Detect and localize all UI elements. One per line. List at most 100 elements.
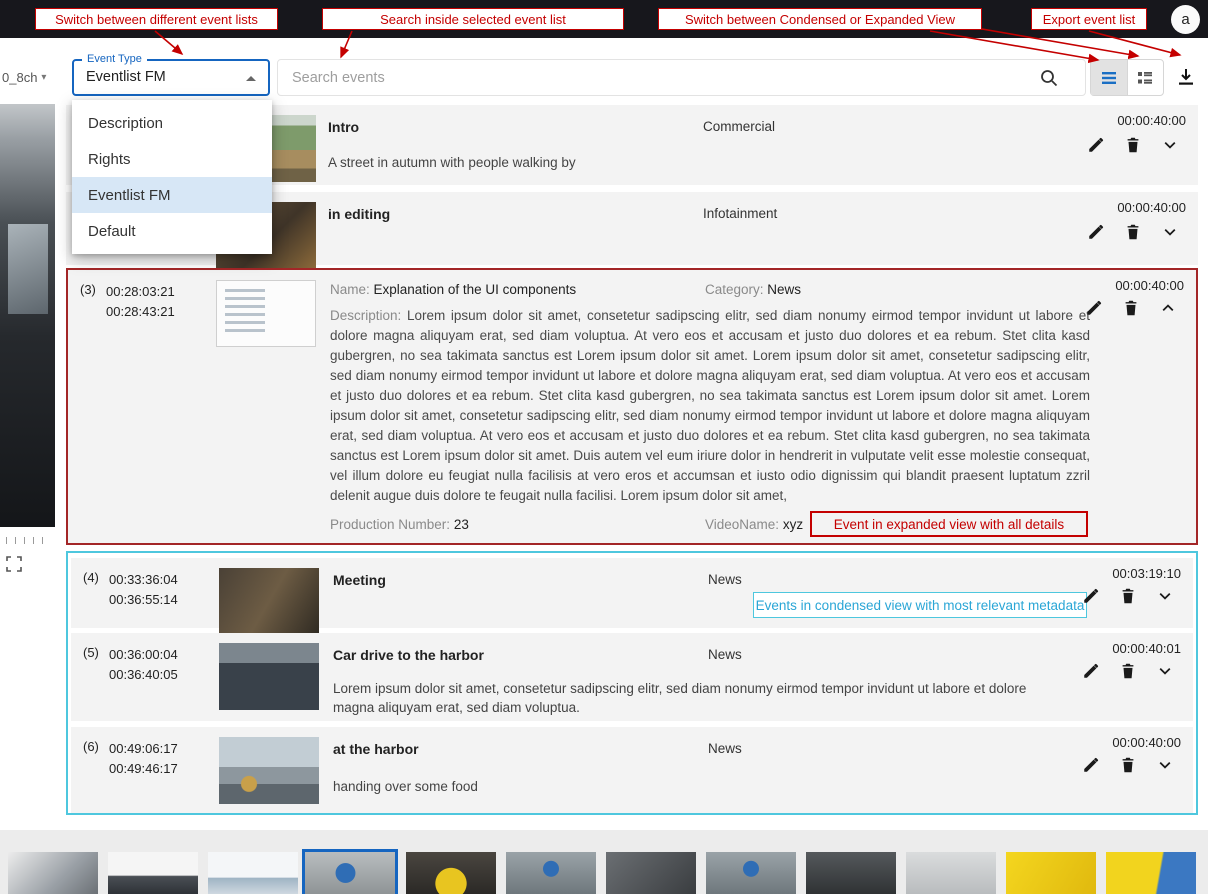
event-number: (6) (83, 739, 99, 754)
video-preview-partial (0, 104, 55, 527)
event-description: handing over some food (333, 777, 478, 796)
clip-name-dropdown[interactable]: 0_8ch ▾ (2, 70, 46, 85)
filmstrip-thumbnail[interactable] (108, 852, 198, 894)
filmstrip-thumbnail[interactable] (208, 852, 298, 894)
expanded-view-button[interactable] (1127, 60, 1163, 95)
event-duration: 00:00:40:00 (1117, 200, 1186, 215)
event-timecodes: 00:33:36:0400:36:55:14 (109, 570, 178, 610)
delete-button[interactable] (1121, 298, 1141, 318)
event-row-5: (5) 00:36:00:0400:36:40:05 Car drive to … (71, 633, 1193, 721)
filmstrip-thumbnail[interactable] (8, 852, 98, 894)
event-description: A street in autumn with people walking b… (328, 153, 576, 172)
event-type-label: Event Type (82, 53, 147, 65)
event-duration: 00:00:40:00 (1112, 735, 1181, 750)
event-title: in editing (328, 206, 390, 222)
timeline-filmstrip (0, 830, 1208, 894)
event-production-number: Production Number: 23 (330, 517, 469, 532)
event-number: (3) (80, 282, 96, 297)
annotation-switch-eventlists: Switch between different event lists (35, 8, 278, 30)
annotation-view-toggle: Switch between Condensed or Expanded Vie… (658, 8, 982, 30)
event-name-line: Name: Explanation of the UI components (330, 282, 576, 297)
delete-button[interactable] (1118, 661, 1138, 681)
delete-button[interactable] (1123, 222, 1143, 242)
filmstrip-thumbnail[interactable] (506, 852, 596, 894)
condensed-view-button[interactable] (1091, 60, 1127, 95)
export-eventlist-button[interactable] (1175, 66, 1197, 88)
edit-button[interactable] (1081, 755, 1101, 775)
edit-button[interactable] (1086, 135, 1106, 155)
search-icon[interactable] (1039, 68, 1059, 93)
download-icon (1175, 66, 1197, 88)
event-duration: 00:00:40:00 (1115, 278, 1184, 293)
event-timecodes: 00:36:00:0400:36:40:05 (109, 645, 178, 685)
expanded-view-icon (1136, 69, 1154, 87)
annotation-export: Export event list (1031, 8, 1147, 30)
chevron-up-icon (246, 76, 256, 81)
expand-chevron-button[interactable] (1155, 661, 1175, 681)
edit-button[interactable] (1086, 222, 1106, 242)
filmstrip-thumbnail[interactable] (1006, 852, 1096, 894)
condensed-view-icon (1100, 69, 1118, 87)
app-window: Switch between different event lists Sea… (0, 0, 1208, 894)
event-row-6: (6) 00:49:06:1700:49:46:17 at the harbor… (71, 727, 1193, 813)
delete-button[interactable] (1118, 586, 1138, 606)
filmstrip-thumbnail[interactable] (706, 852, 796, 894)
event-category: News (708, 647, 742, 662)
expand-chevron-button[interactable] (1155, 586, 1175, 606)
event-description-full: Description: Lorem ipsum dolor sit amet,… (330, 306, 1090, 506)
menu-option-description[interactable]: Description (72, 105, 272, 141)
event-title: at the harbor (333, 741, 419, 757)
event-row-4: (4) 00:33:36:0400:36:55:14 Meeting News … (71, 558, 1193, 628)
menu-option-default[interactable]: Default (72, 213, 272, 249)
event-type-select[interactable]: Event Type Eventlist FM (72, 59, 270, 96)
fullscreen-icon (6, 556, 22, 572)
event-title: Intro (328, 119, 359, 135)
event-category: News (708, 572, 742, 587)
event-category-line: Category: News (705, 282, 801, 297)
event-thumbnail (219, 568, 319, 635)
menu-option-eventlist-fm[interactable]: Eventlist FM (72, 177, 272, 213)
edit-button[interactable] (1084, 298, 1104, 318)
filmstrip-thumbnail-selected[interactable] (305, 852, 395, 894)
delete-button[interactable] (1118, 755, 1138, 775)
menu-option-rights[interactable]: Rights (72, 141, 272, 177)
event-duration: 00:00:40:01 (1112, 641, 1181, 656)
filmstrip-thumbnail[interactable] (1106, 852, 1196, 894)
annotation-search: Search inside selected event list (322, 8, 624, 30)
event-thumbnail (219, 643, 319, 710)
event-thumbnail (216, 280, 316, 347)
search-field (277, 59, 1086, 96)
chevron-down-icon: ▾ (41, 72, 46, 83)
event-number: (5) (83, 645, 99, 660)
event-timecodes: 00:28:03:2100:28:43:21 (106, 282, 175, 322)
annotation-condensed-view: Events in condensed view with most relev… (753, 592, 1087, 618)
event-category: Infotainment (703, 206, 777, 221)
event-duration: 00:03:19:10 (1112, 566, 1181, 581)
clip-name-label: 0_8ch (2, 70, 37, 85)
event-category: Commercial (703, 119, 775, 134)
filmstrip-thumbnail[interactable] (606, 852, 696, 894)
condensed-rows-group: (4) 00:33:36:0400:36:55:14 Meeting News … (66, 551, 1198, 815)
expand-chevron-button[interactable] (1160, 222, 1180, 242)
filmstrip-thumbnail[interactable] (406, 852, 496, 894)
fullscreen-button[interactable] (6, 556, 24, 574)
user-avatar[interactable]: a (1171, 5, 1200, 34)
event-row-3-expanded: (3) 00:28:03:2100:28:43:21 Name: Explana… (66, 268, 1198, 545)
expand-chevron-button[interactable] (1160, 135, 1180, 155)
filmstrip-thumbnail[interactable] (806, 852, 896, 894)
delete-button[interactable] (1123, 135, 1143, 155)
edit-button[interactable] (1081, 586, 1101, 606)
timeline-ruler-ticks (6, 537, 50, 544)
event-number: (4) (83, 570, 99, 585)
event-description: Lorem ipsum dolor sit amet, consetetur s… (333, 679, 1053, 717)
annotation-expanded-view: Event in expanded view with all details (810, 511, 1088, 537)
event-duration: 00:00:40:00 (1117, 113, 1186, 128)
event-type-menu: Description Rights Eventlist FM Default (72, 100, 272, 254)
event-thumbnail (219, 737, 319, 804)
edit-button[interactable] (1081, 661, 1101, 681)
event-title: Meeting (333, 572, 386, 588)
collapse-chevron-button[interactable] (1158, 298, 1178, 318)
filmstrip-thumbnail[interactable] (906, 852, 996, 894)
expand-chevron-button[interactable] (1155, 755, 1175, 775)
search-input[interactable] (290, 64, 1034, 92)
